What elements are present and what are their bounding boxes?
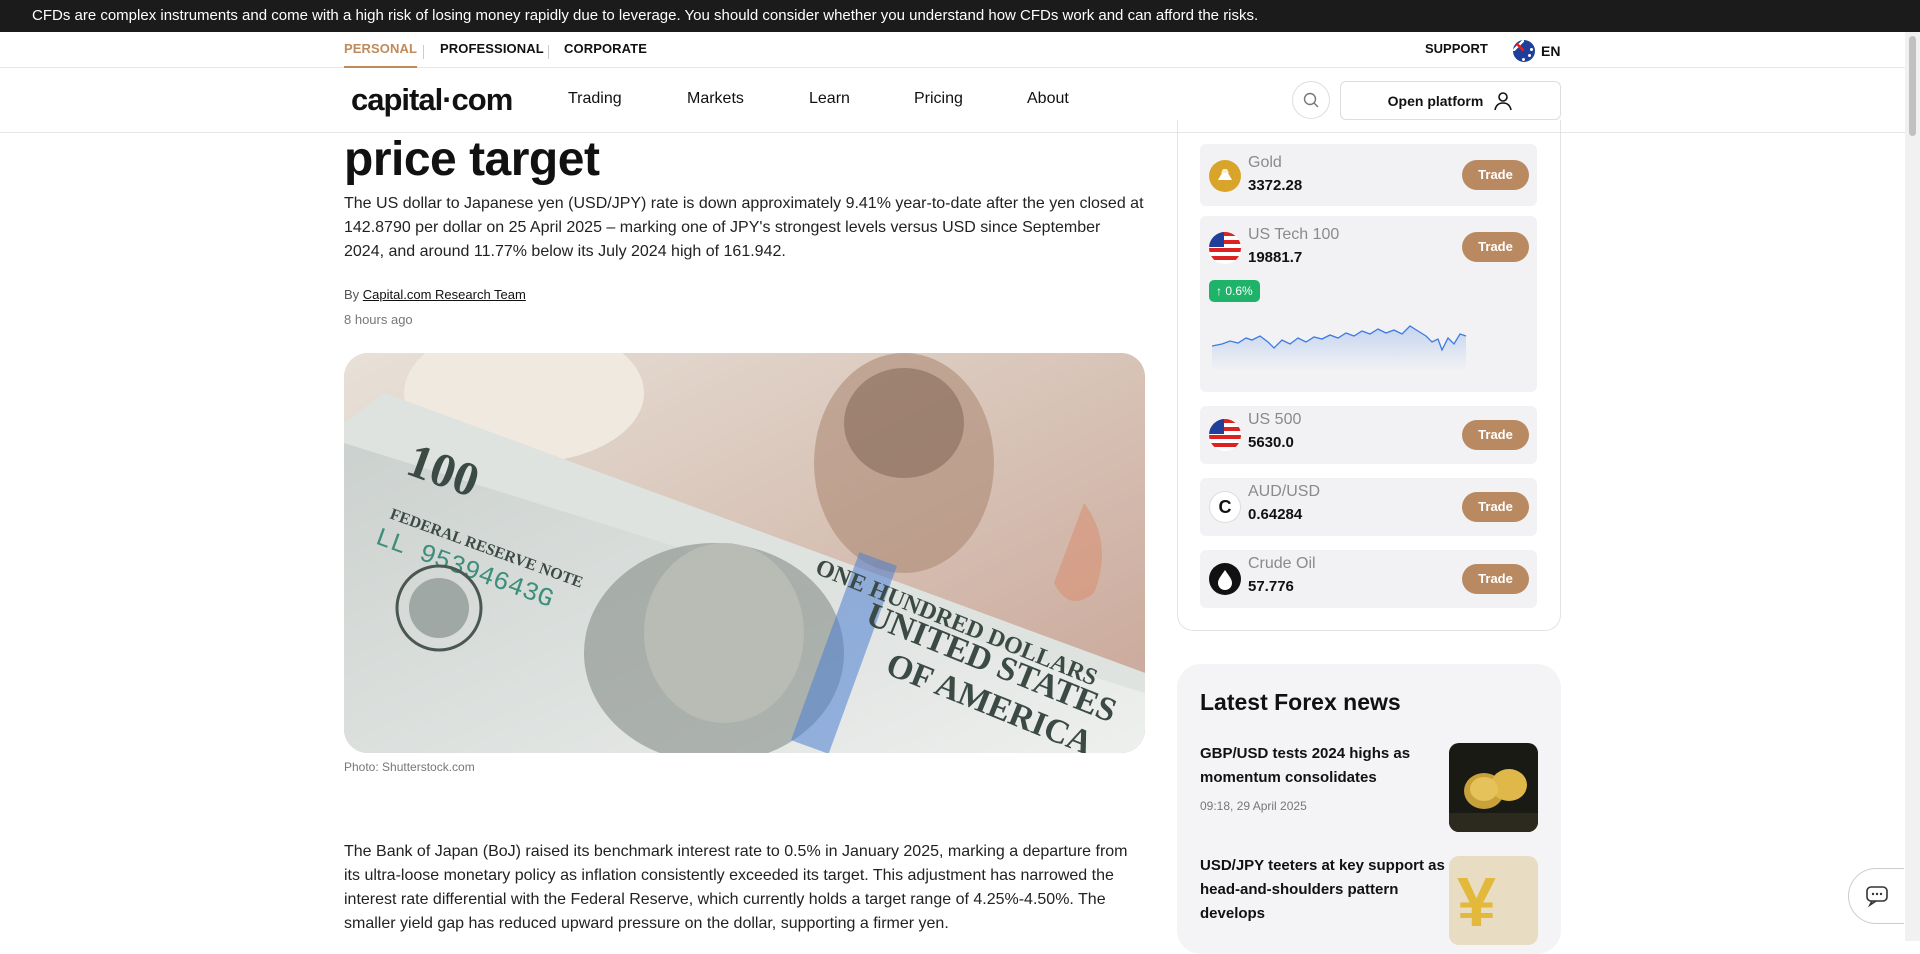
photo-caption: Photo: Shutterstock.com bbox=[344, 760, 475, 774]
market-row-crude-oil[interactable]: Crude Oil 57.776 Trade bbox=[1200, 550, 1537, 608]
trade-button[interactable]: Trade bbox=[1462, 420, 1529, 450]
article-headline: price target bbox=[344, 133, 600, 186]
market-row-us-tech-100[interactable]: US Tech 100 19881.7 Trade ↑ 0.6% bbox=[1200, 216, 1537, 392]
trade-button[interactable]: Trade bbox=[1462, 232, 1529, 262]
market-name: Crude Oil bbox=[1248, 555, 1316, 572]
market-row-aud-usd[interactable]: C AUD/USD 0.64284 Trade bbox=[1200, 478, 1537, 536]
page-scrollbar[interactable] bbox=[1905, 32, 1920, 941]
sparkline-chart bbox=[1212, 325, 1467, 371]
hero-image-banknotes: 100 FEDERAL RESERVE NOTE LL 95394643G ON… bbox=[344, 353, 1145, 753]
client-type-nav: PERSONAL PROFESSIONAL CORPORATE SUPPORT … bbox=[0, 32, 1920, 68]
market-name: Gold bbox=[1248, 154, 1282, 171]
chat-button[interactable] bbox=[1848, 868, 1904, 924]
article-lead: The US dollar to Japanese yen (USD/JPY) … bbox=[344, 195, 1144, 260]
tab-corporate[interactable]: CORPORATE bbox=[564, 32, 647, 68]
trade-button[interactable]: Trade bbox=[1462, 564, 1529, 594]
tab-professional[interactable]: PROFESSIONAL bbox=[440, 32, 544, 68]
news-thumbnail-coins[interactable] bbox=[1449, 743, 1538, 832]
svg-text:¥: ¥ bbox=[1457, 863, 1496, 941]
gold-icon bbox=[1209, 160, 1241, 192]
scrollbar-thumb[interactable] bbox=[1909, 36, 1916, 136]
news-item-date: 09:18, 29 April 2025 bbox=[1200, 799, 1307, 813]
nav-about[interactable]: About bbox=[1027, 90, 1069, 108]
publish-time: 8 hours ago bbox=[344, 312, 413, 327]
market-price: 19881.7 bbox=[1248, 249, 1303, 266]
open-platform-label: Open platform bbox=[1387, 92, 1484, 109]
news-thumbnail-yen[interactable]: ¥ bbox=[1449, 856, 1538, 945]
nav-pricing[interactable]: Pricing bbox=[914, 90, 963, 108]
nav-trading[interactable]: Trading bbox=[568, 90, 622, 108]
change-badge: ↑ 0.6% bbox=[1209, 280, 1260, 302]
open-platform-button[interactable]: Open platform bbox=[1340, 81, 1561, 120]
language-selector[interactable]: EN bbox=[1513, 40, 1560, 62]
us-flag-icon bbox=[1209, 419, 1241, 451]
support-link[interactable]: SUPPORT bbox=[1425, 32, 1488, 66]
us-flag-icon bbox=[1209, 232, 1241, 264]
chat-icon bbox=[1865, 886, 1888, 907]
market-price: 5630.0 bbox=[1248, 434, 1294, 451]
article-body-paragraph: The Bank of Japan (BoJ) raised its bench… bbox=[344, 843, 1128, 932]
market-name: US Tech 100 bbox=[1248, 226, 1340, 243]
news-section-title: Latest Forex news bbox=[1200, 689, 1401, 715]
capital-icon: C bbox=[1209, 491, 1241, 523]
trade-button[interactable]: Trade bbox=[1462, 160, 1529, 190]
byline-prefix: By bbox=[344, 287, 360, 302]
search-button[interactable] bbox=[1292, 81, 1330, 119]
market-name: US 500 bbox=[1248, 411, 1302, 428]
capital-com-logo[interactable]: capital·com bbox=[351, 82, 513, 118]
news-item-title[interactable]: GBP/USD tests 2024 highs as momentum con… bbox=[1200, 742, 1445, 790]
australia-flag-icon bbox=[1513, 40, 1535, 62]
market-price: 3372.28 bbox=[1248, 177, 1303, 194]
risk-warning-banner: CFDs are complex instruments and come wi… bbox=[0, 0, 1920, 32]
trade-button[interactable]: Trade bbox=[1462, 492, 1529, 522]
nav-markets[interactable]: Markets bbox=[687, 90, 744, 108]
market-name: AUD/USD bbox=[1248, 483, 1321, 500]
market-row-us-500[interactable]: US 500 5630.0 Trade bbox=[1200, 406, 1537, 464]
nav-learn[interactable]: Learn bbox=[809, 90, 850, 108]
latest-forex-news: Latest Forex news GBP/USD tests 2024 hig… bbox=[1177, 664, 1561, 954]
market-price: 57.776 bbox=[1248, 578, 1294, 595]
search-icon bbox=[1303, 92, 1319, 108]
byline: By Capital.com Research Team bbox=[344, 287, 526, 302]
user-icon bbox=[1494, 91, 1513, 110]
author-link[interactable]: Capital.com Research Team bbox=[363, 287, 526, 302]
main-navigation: capital·com Trading Markets Learn Pricin… bbox=[0, 68, 1920, 133]
market-price: 0.64284 bbox=[1248, 506, 1303, 523]
market-row-gold[interactable]: Gold 3372.28 Trade bbox=[1200, 144, 1537, 206]
language-label: EN bbox=[1541, 43, 1561, 59]
news-item-title[interactable]: USD/JPY teeters at key support as head-a… bbox=[1200, 854, 1445, 926]
oil-drop-icon bbox=[1209, 563, 1241, 595]
tab-personal[interactable]: PERSONAL bbox=[344, 32, 418, 68]
